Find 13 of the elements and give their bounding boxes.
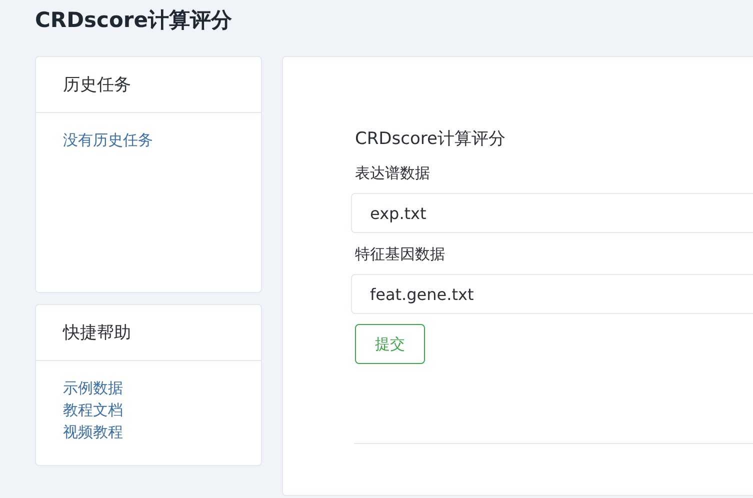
- card-header: 历史任务: [36, 57, 261, 113]
- sidebar-link[interactable]: 示例数据: [63, 377, 123, 399]
- field-label: 特征基因数据: [355, 245, 446, 264]
- sidebar-link[interactable]: 教程文档: [63, 399, 123, 421]
- submit-button[interactable]: 提交: [355, 324, 425, 364]
- sidebar-link[interactable]: 没有历史任务: [63, 129, 153, 151]
- input-field[interactable]: feat.gene.txt: [351, 274, 753, 314]
- form-title: CRDscore计算评分: [355, 128, 506, 150]
- input-field[interactable]: exp.txt: [351, 193, 753, 233]
- page-title: CRDscore计算评分: [35, 7, 233, 34]
- field-label: 表达谱数据: [355, 164, 431, 183]
- sidebar-link[interactable]: 视频教程: [63, 421, 123, 443]
- card-header: 快捷帮助: [36, 305, 261, 361]
